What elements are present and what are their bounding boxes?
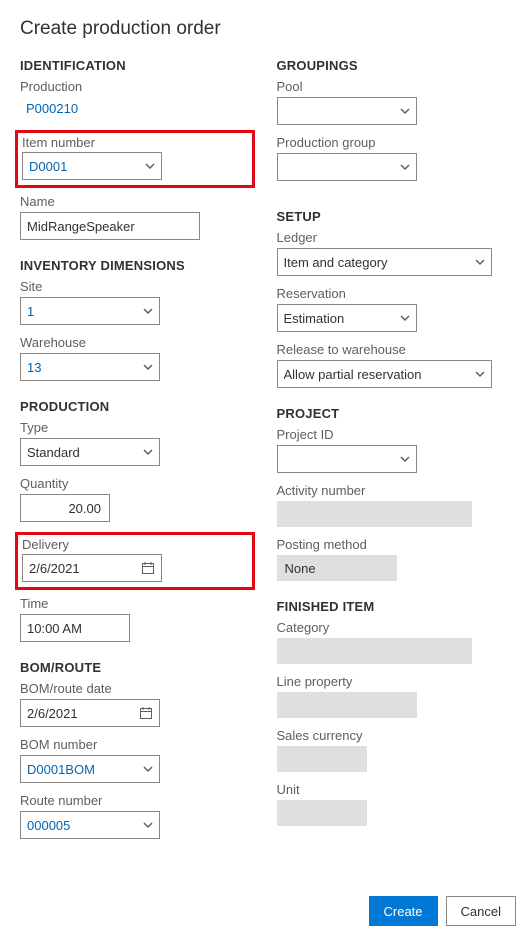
chevron-down-icon	[143, 820, 153, 830]
ledger-value: Item and category	[284, 255, 388, 270]
calendar-icon	[139, 706, 153, 720]
inventory-header: INVENTORY DIMENSIONS	[20, 258, 252, 273]
delivery-highlight: Delivery 2/6/2021	[15, 532, 255, 590]
project-header: PROJECT	[277, 406, 509, 421]
route-number-dropdown[interactable]: 000005	[20, 811, 160, 839]
item-number-value: D0001	[29, 159, 67, 174]
category-field	[277, 638, 472, 664]
sales-currency-field	[277, 746, 367, 772]
chevron-down-icon	[143, 306, 153, 316]
chevron-down-icon	[143, 447, 153, 457]
production-group-dropdown[interactable]	[277, 153, 417, 181]
bomroute-date-label: BOM/route date	[20, 681, 252, 696]
name-value: MidRangeSpeaker	[27, 219, 135, 234]
quantity-value: 20.00	[68, 501, 101, 516]
name-label: Name	[20, 194, 252, 209]
bomroute-header: BOM/ROUTE	[20, 660, 252, 675]
line-property-field	[277, 692, 417, 718]
delivery-value: 2/6/2021	[29, 561, 80, 576]
name-input[interactable]: MidRangeSpeaker	[20, 212, 200, 240]
warehouse-value: 13	[27, 360, 41, 375]
warehouse-label: Warehouse	[20, 335, 252, 350]
production-header: PRODUCTION	[20, 399, 252, 414]
bomroute-date-input[interactable]: 2/6/2021	[20, 699, 160, 727]
unit-label: Unit	[277, 782, 509, 797]
project-id-label: Project ID	[277, 427, 509, 442]
item-number-highlight: Item number D0001	[15, 130, 255, 188]
time-input[interactable]: 10:00 AM	[20, 614, 130, 642]
chevron-down-icon	[400, 313, 410, 323]
setup-header: SETUP	[277, 209, 509, 224]
ledger-dropdown[interactable]: Item and category	[277, 248, 492, 276]
unit-field	[277, 800, 367, 826]
dialog-footer: Create Cancel	[369, 896, 517, 926]
finished-header: FINISHED ITEM	[277, 599, 509, 614]
chevron-down-icon	[475, 369, 485, 379]
groupings-header: GROUPINGS	[277, 58, 509, 73]
site-dropdown[interactable]: 1	[20, 297, 160, 325]
posting-field: None	[277, 555, 397, 581]
chevron-down-icon	[400, 106, 410, 116]
bomroute-date-value: 2/6/2021	[27, 706, 78, 721]
quantity-input[interactable]: 20.00	[20, 494, 110, 522]
calendar-icon	[141, 561, 155, 575]
cancel-button[interactable]: Cancel	[446, 896, 516, 926]
bom-number-dropdown[interactable]: D0001BOM	[20, 755, 160, 783]
posting-value: None	[285, 561, 316, 576]
category-label: Category	[277, 620, 509, 635]
delivery-label: Delivery	[22, 537, 248, 552]
ledger-label: Ledger	[277, 230, 509, 245]
release-label: Release to warehouse	[277, 342, 509, 357]
reservation-value: Estimation	[284, 311, 345, 326]
production-label: Production	[20, 79, 252, 94]
chevron-down-icon	[400, 162, 410, 172]
time-value: 10:00 AM	[27, 621, 82, 636]
chevron-down-icon	[475, 257, 485, 267]
item-number-label: Item number	[22, 135, 248, 150]
delivery-date-input[interactable]: 2/6/2021	[22, 554, 162, 582]
bom-number-label: BOM number	[20, 737, 252, 752]
activity-field	[277, 501, 472, 527]
route-number-label: Route number	[20, 793, 252, 808]
quantity-label: Quantity	[20, 476, 252, 491]
identification-header: IDENTIFICATION	[20, 58, 252, 73]
reservation-label: Reservation	[277, 286, 509, 301]
posting-label: Posting method	[277, 537, 509, 552]
warehouse-dropdown[interactable]: 13	[20, 353, 160, 381]
route-number-value: 000005	[27, 818, 70, 833]
create-button[interactable]: Create	[369, 896, 438, 926]
pool-label: Pool	[277, 79, 509, 94]
production-value: P000210	[20, 97, 252, 120]
line-property-label: Line property	[277, 674, 509, 689]
chevron-down-icon	[400, 454, 410, 464]
time-label: Time	[20, 596, 252, 611]
release-value: Allow partial reservation	[284, 367, 422, 382]
activity-label: Activity number	[277, 483, 509, 498]
page-title: Create production order	[20, 18, 508, 40]
chevron-down-icon	[143, 764, 153, 774]
type-dropdown[interactable]: Standard	[20, 438, 160, 466]
sales-currency-label: Sales currency	[277, 728, 509, 743]
site-label: Site	[20, 279, 252, 294]
site-value: 1	[27, 304, 34, 319]
bom-number-value: D0001BOM	[27, 762, 95, 777]
type-value: Standard	[27, 445, 80, 460]
pool-dropdown[interactable]	[277, 97, 417, 125]
chevron-down-icon	[143, 362, 153, 372]
production-group-label: Production group	[277, 135, 509, 150]
item-number-dropdown[interactable]: D0001	[22, 152, 162, 180]
reservation-dropdown[interactable]: Estimation	[277, 304, 417, 332]
chevron-down-icon	[145, 161, 155, 171]
project-id-dropdown[interactable]	[277, 445, 417, 473]
release-dropdown[interactable]: Allow partial reservation	[277, 360, 492, 388]
type-label: Type	[20, 420, 252, 435]
